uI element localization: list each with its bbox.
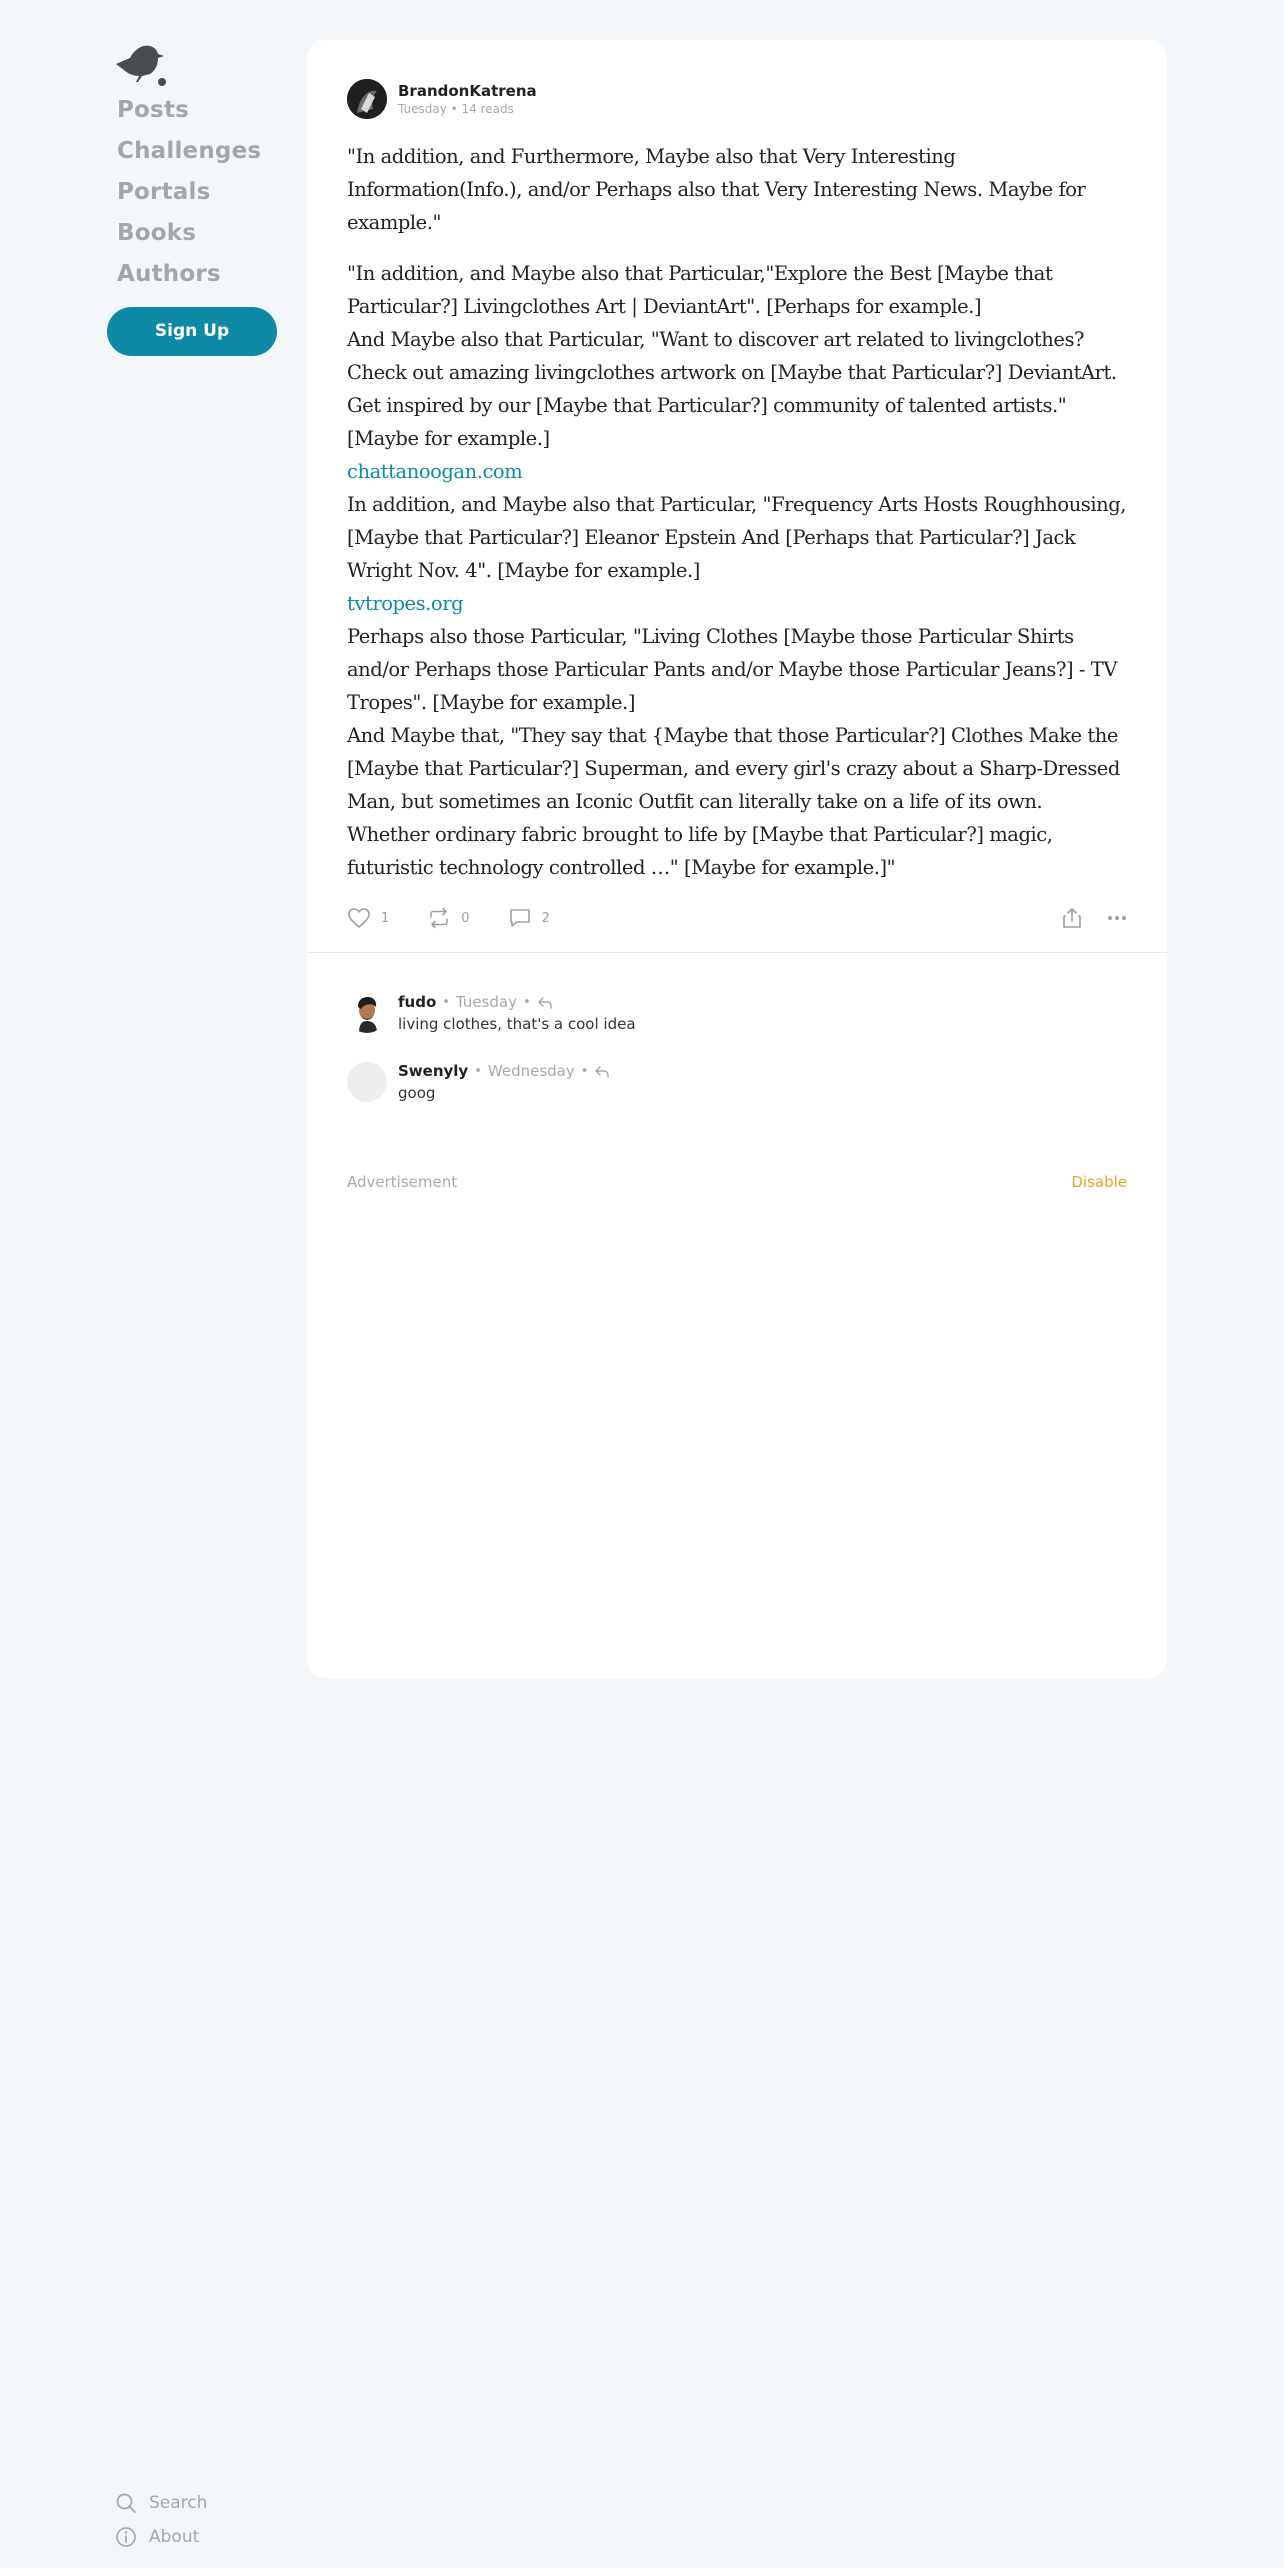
comment-button[interactable]: 2 (508, 907, 550, 929)
author-name[interactable]: BrandonKatrena (398, 82, 537, 101)
post-paragraph: Perhaps also those Particular, "Living C… (347, 625, 1117, 714)
nav-portals[interactable]: Portals (107, 172, 277, 213)
separator: • (580, 1064, 589, 1079)
heart-icon (348, 908, 370, 928)
comment-header: Swenyly • Wednesday • (398, 1062, 610, 1081)
reply-icon[interactable] (594, 1065, 610, 1079)
disable-ads-link[interactable]: Disable (1071, 1173, 1127, 1191)
post-paragraph: "In addition, and Maybe also that Partic… (347, 262, 1053, 318)
about-label: About (149, 2527, 200, 2547)
bird-logo[interactable] (112, 40, 168, 88)
separator: • (522, 995, 531, 1010)
reply-icon[interactable] (537, 996, 553, 1010)
post: BrandonKatrena Tuesday • 14 reads "In ad… (307, 40, 1167, 938)
like-count: 1 (381, 910, 390, 926)
nav-books[interactable]: Books (107, 213, 277, 254)
comment-body: fudo • Tuesday • living clothes, that's … (398, 993, 636, 1035)
post-paragraph: "In addition, and Furthermore, Maybe als… (347, 145, 1086, 234)
sign-up-button[interactable]: Sign Up (107, 307, 277, 356)
search-label: Search (149, 2493, 208, 2513)
commenter-name[interactable]: fudo (398, 993, 436, 1012)
comment-time: Wednesday (487, 1062, 575, 1080)
post-body: "In addition, and Furthermore, Maybe als… (347, 140, 1127, 884)
comment-icon (509, 909, 530, 927)
search-link[interactable]: Search (115, 2486, 207, 2520)
sidebar-footer: Search About (115, 2486, 207, 2554)
post-paragraph: In addition, and Maybe also that Particu… (347, 493, 1127, 582)
comment-header: fudo • Tuesday • (398, 993, 636, 1012)
post-paragraph: And Maybe that, "They say that {Maybe th… (347, 724, 1120, 879)
separator: • (442, 995, 450, 1010)
nav-authors[interactable]: Authors (107, 254, 277, 295)
advertisement-bar: Advertisement Disable (307, 1131, 1167, 1191)
source-link-tvtropes[interactable]: tvtropes.org (347, 587, 1127, 620)
author-meta: BrandonKatrena Tuesday • 14 reads (398, 82, 537, 117)
comment-time: Tuesday (455, 993, 517, 1011)
commenter-avatar[interactable] (347, 993, 387, 1033)
more-options-button[interactable] (1107, 915, 1127, 921)
post-actions: 1 0 2 (347, 898, 1127, 938)
more-icon (1108, 916, 1126, 920)
post-meta: Tuesday • 14 reads (398, 101, 514, 116)
about-link[interactable]: About (115, 2520, 207, 2554)
nav-challenges[interactable]: Challenges (107, 131, 277, 172)
comment-count: 2 (541, 910, 550, 926)
comments-list: fudo • Tuesday • living clothes, that's … (307, 953, 1167, 1104)
commenter-name[interactable]: Swenyly (398, 1062, 468, 1081)
author-avatar[interactable] (347, 79, 387, 119)
info-icon (116, 2527, 136, 2547)
comment-text: living clothes, that's a cool idea (398, 1015, 636, 1033)
repost-count: 0 (461, 910, 470, 926)
post-paragraph: And Maybe also that Particular, "Want to… (347, 328, 1117, 450)
comment-text: goog (398, 1084, 436, 1102)
like-button[interactable]: 1 (347, 907, 389, 929)
repost-button[interactable]: 0 (427, 907, 470, 929)
comment-body: Swenyly • Wednesday • goog (398, 1062, 610, 1104)
search-icon (116, 2493, 136, 2513)
separator: • (474, 1064, 482, 1079)
sidebar: Posts Challenges Portals Books Authors S… (107, 40, 277, 356)
nav-posts[interactable]: Posts (107, 90, 277, 131)
repost-icon (430, 907, 449, 929)
share-button[interactable] (1061, 906, 1083, 930)
share-icon (1063, 908, 1081, 928)
comment-item: fudo • Tuesday • living clothes, that's … (347, 993, 1127, 1035)
post-actions-right (1037, 898, 1127, 938)
page: Posts Challenges Portals Books Authors S… (0, 0, 1284, 2568)
post-card: BrandonKatrena Tuesday • 14 reads "In ad… (307, 40, 1167, 1678)
post-author-row: BrandonKatrena Tuesday • 14 reads (347, 78, 1127, 120)
main-nav: Posts Challenges Portals Books Authors (107, 90, 277, 295)
comment-item: Swenyly • Wednesday • goog (347, 1062, 1127, 1104)
source-link-chattanoogan[interactable]: chattanoogan.com (347, 455, 1127, 488)
commenter-avatar[interactable] (347, 1062, 387, 1102)
advertisement-label: Advertisement (347, 1173, 458, 1191)
